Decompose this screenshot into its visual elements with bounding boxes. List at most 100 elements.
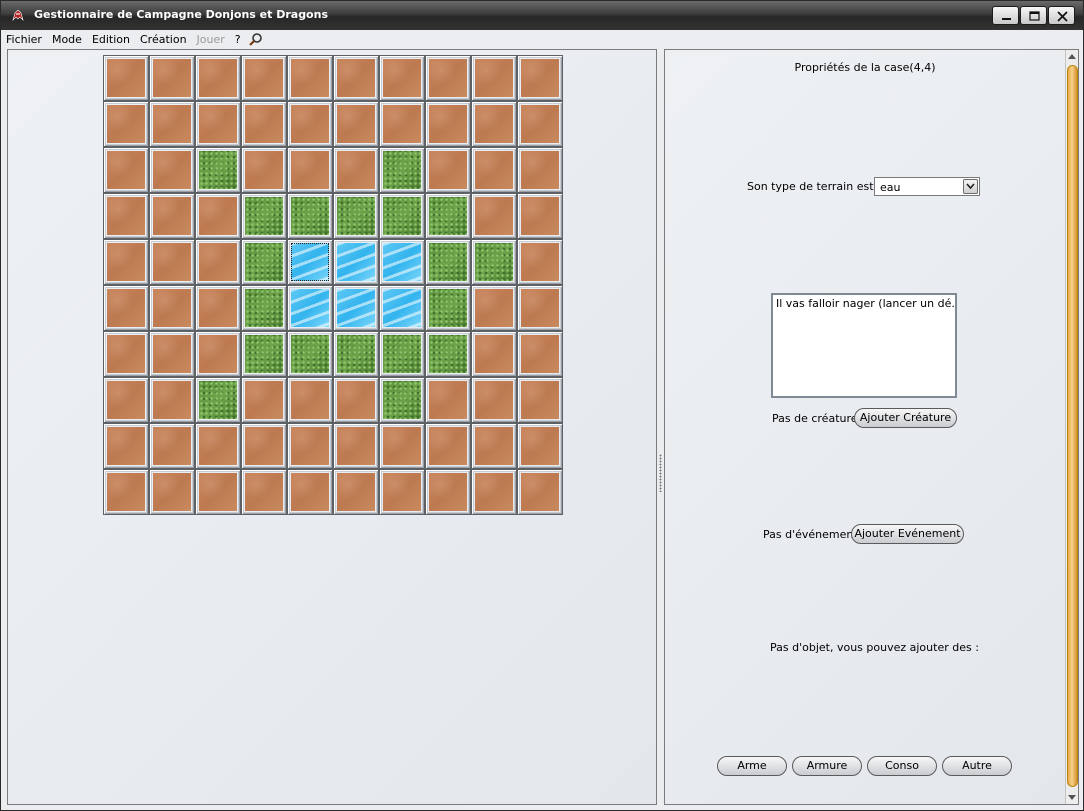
map-cell-terre[interactable] (471, 55, 517, 101)
map-cell-terre[interactable] (471, 193, 517, 239)
split-pane-divider[interactable] (657, 49, 664, 805)
terrain-select[interactable]: eau (874, 177, 980, 196)
map-cell-terre[interactable] (517, 147, 563, 193)
add-event-button[interactable]: Ajouter Evénement (851, 524, 964, 544)
map-cell-terre[interactable] (425, 423, 471, 469)
map-cell-terre[interactable] (471, 331, 517, 377)
map-cell-eau[interactable] (379, 239, 425, 285)
map-cell-terre[interactable] (287, 101, 333, 147)
map-cell-terre[interactable] (103, 193, 149, 239)
map-cell-terre[interactable] (517, 55, 563, 101)
map-cell-terre[interactable] (103, 55, 149, 101)
map-cell-terre[interactable] (471, 423, 517, 469)
map-cell-herbe[interactable] (379, 331, 425, 377)
map-cell-terre[interactable] (471, 469, 517, 515)
map-cell-terre[interactable] (149, 193, 195, 239)
map-cell-terre[interactable] (103, 239, 149, 285)
map-cell-herbe[interactable] (425, 331, 471, 377)
map-cell-herbe[interactable] (425, 285, 471, 331)
dropdown-arrow-icon[interactable] (963, 179, 978, 194)
map-cell-herbe[interactable] (379, 193, 425, 239)
map-cell-herbe[interactable] (241, 285, 287, 331)
map-cell-terre[interactable] (195, 239, 241, 285)
search-menu-button[interactable] (247, 30, 265, 49)
map-cell-herbe[interactable] (333, 193, 379, 239)
map-cell-terre[interactable] (195, 423, 241, 469)
autre-button[interactable]: Autre (942, 756, 1012, 776)
map-cell-herbe[interactable] (241, 331, 287, 377)
map-cell-terre[interactable] (425, 55, 471, 101)
menu-edition[interactable]: Edition (87, 30, 135, 49)
menu-jouer[interactable]: Jouer (192, 30, 230, 49)
map-cell-herbe[interactable] (333, 331, 379, 377)
scroll-up-arrow-icon[interactable] (1066, 50, 1078, 64)
scroll-down-arrow-icon[interactable] (1066, 790, 1078, 804)
map-cell-terre[interactable] (425, 377, 471, 423)
map-cell-terre[interactable] (149, 285, 195, 331)
map-cell-herbe[interactable] (379, 377, 425, 423)
map-cell-eau[interactable] (379, 285, 425, 331)
armure-button[interactable]: Armure (792, 756, 862, 776)
map-cell-terre[interactable] (379, 101, 425, 147)
minimize-button[interactable] (992, 6, 1019, 25)
map-cell-terre[interactable] (241, 377, 287, 423)
maximize-button[interactable] (1020, 6, 1047, 25)
map-cell-eau[interactable] (333, 285, 379, 331)
map-cell-terre[interactable] (103, 331, 149, 377)
scroll-thumb[interactable] (1067, 65, 1078, 787)
map-cell-terre[interactable] (333, 55, 379, 101)
map-cell-terre[interactable] (517, 331, 563, 377)
arme-button[interactable]: Arme (717, 756, 787, 776)
map-cell-terre[interactable] (517, 101, 563, 147)
map-cell-terre[interactable] (103, 147, 149, 193)
map-cell-terre[interactable] (287, 147, 333, 193)
map-cell-terre[interactable] (241, 101, 287, 147)
map-cell-terre[interactable] (425, 147, 471, 193)
map-cell-terre[interactable] (471, 101, 517, 147)
map-cell-herbe[interactable] (195, 377, 241, 423)
map-cell-terre[interactable] (471, 285, 517, 331)
close-button[interactable] (1048, 6, 1075, 25)
map-cell-terre[interactable] (149, 469, 195, 515)
map-cell-eau[interactable] (287, 285, 333, 331)
map-cell-terre[interactable] (517, 469, 563, 515)
map-cell-herbe[interactable] (195, 147, 241, 193)
map-cell-terre[interactable] (195, 101, 241, 147)
menu-creation[interactable]: Création (135, 30, 192, 49)
map-cell-terre[interactable] (333, 147, 379, 193)
map-cell-terre[interactable] (149, 377, 195, 423)
map-cell-terre[interactable] (517, 377, 563, 423)
map-cell-terre[interactable] (471, 147, 517, 193)
map-cell-herbe[interactable] (241, 193, 287, 239)
map-cell-terre[interactable] (425, 469, 471, 515)
map-cell-terre[interactable] (195, 55, 241, 101)
map-cell-eau[interactable] (287, 239, 333, 285)
map-cell-terre[interactable] (287, 377, 333, 423)
map-cell-terre[interactable] (425, 101, 471, 147)
title-bar[interactable]: Gestionnaire de Campagne Donjons et Drag… (1, 1, 1083, 30)
map-cell-herbe[interactable] (379, 147, 425, 193)
map-cell-terre[interactable] (333, 377, 379, 423)
menu-mode[interactable]: Mode (47, 30, 87, 49)
map-cell-terre[interactable] (103, 423, 149, 469)
map-cell-terre[interactable] (103, 469, 149, 515)
conso-button[interactable]: Conso (867, 756, 937, 776)
map-cell-herbe[interactable] (287, 331, 333, 377)
map-cell-terre[interactable] (287, 469, 333, 515)
map-cell-terre[interactable] (195, 193, 241, 239)
map-cell-terre[interactable] (195, 285, 241, 331)
map-cell-terre[interactable] (103, 101, 149, 147)
map-cell-herbe[interactable] (287, 193, 333, 239)
map-cell-terre[interactable] (241, 423, 287, 469)
map-cell-terre[interactable] (241, 55, 287, 101)
map-cell-terre[interactable] (379, 423, 425, 469)
map-cell-terre[interactable] (517, 285, 563, 331)
map-cell-terre[interactable] (149, 239, 195, 285)
map-cell-terre[interactable] (333, 101, 379, 147)
map-cell-herbe[interactable] (425, 193, 471, 239)
description-textarea[interactable]: Il vas falloir nager (lancer un dé...) (771, 293, 957, 398)
map-cell-terre[interactable] (195, 331, 241, 377)
map-cell-terre[interactable] (103, 285, 149, 331)
map-cell-terre[interactable] (333, 469, 379, 515)
splitter-grip[interactable] (659, 454, 662, 492)
